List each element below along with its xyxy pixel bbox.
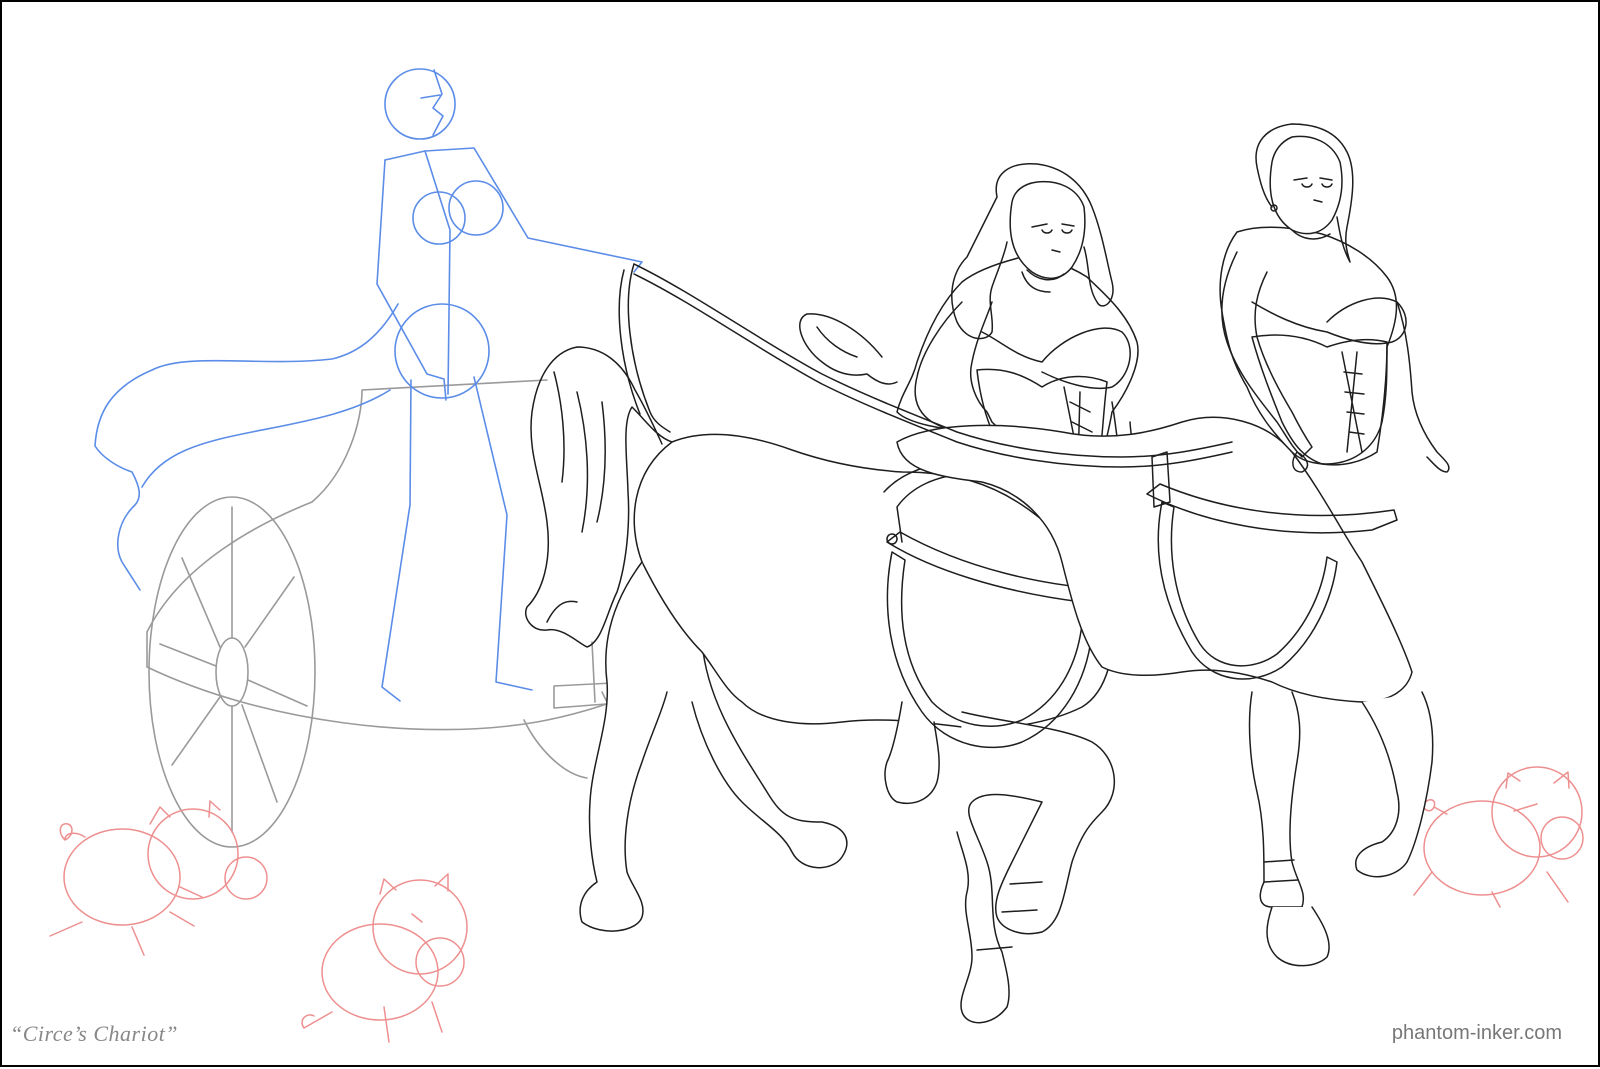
chariot-sketch	[146, 379, 643, 848]
chariot-wheel-spokes	[159, 506, 308, 833]
rider-shoulders	[384, 147, 643, 273]
rider-sketch	[94, 68, 643, 702]
artist-credit[interactable]: phantom-inker.com	[1392, 1022, 1562, 1045]
pig-sketch-left	[49, 800, 268, 956]
artwork-title: “Circe’s Chariot”	[10, 1021, 179, 1046]
rider-right-leg	[473, 376, 533, 691]
artwork-frame: “Circe’s Chariot” phantom-inker.com	[0, 0, 1600, 1067]
centaur-left-rear-leg-near	[579, 561, 668, 932]
centaur-right-front-leg-near	[1266, 906, 1330, 967]
rider-chest-left	[412, 191, 466, 245]
chariot-rear-wheel	[523, 719, 588, 779]
chariot-body	[146, 379, 643, 731]
centaur-right-rear-leg	[1355, 691, 1434, 878]
rider-chest-right	[448, 180, 504, 236]
centaur-right-tail	[799, 313, 898, 385]
rider-spine	[424, 150, 451, 395]
artwork-canvas	[49, 68, 1584, 1043]
rider-cape	[94, 303, 399, 591]
centaur-right-front-leg-far	[1248, 691, 1304, 908]
rider-left-leg	[381, 379, 412, 702]
pig-sketch-right	[1413, 766, 1584, 908]
centaur-left-front-leg-near	[956, 711, 1116, 1024]
rider-face-guide	[420, 69, 444, 136]
rider-head	[384, 68, 456, 140]
rider-left-arm	[376, 159, 447, 401]
pig-sketch-center	[301, 873, 468, 1043]
